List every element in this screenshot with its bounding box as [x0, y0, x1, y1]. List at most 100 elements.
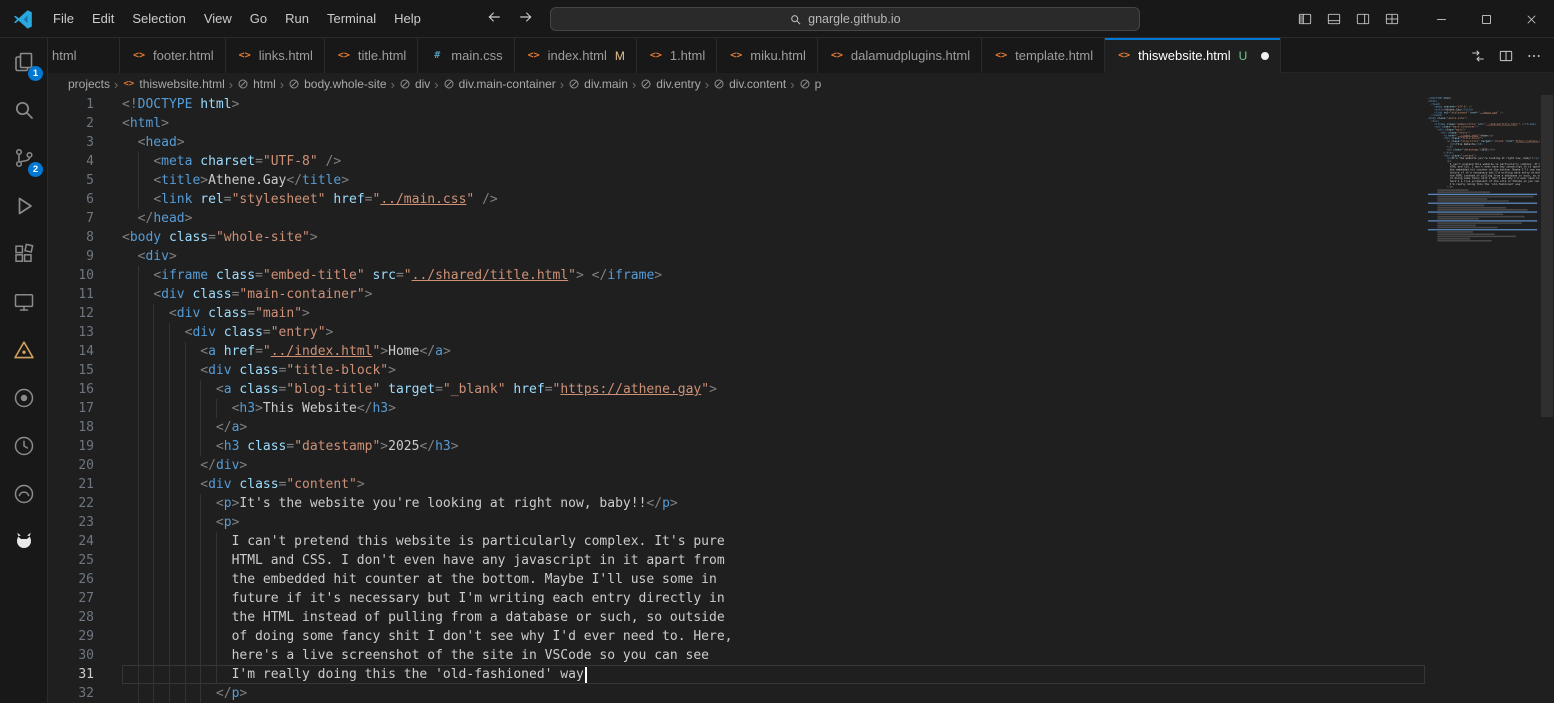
- code-line[interactable]: <div class="entry">: [122, 323, 1425, 342]
- toggle-sidebar-button[interactable]: [1291, 7, 1318, 31]
- code-line[interactable]: </head>: [122, 209, 1425, 228]
- activity-extension-cat[interactable]: [0, 518, 48, 566]
- scrollbar[interactable]: [1540, 95, 1554, 703]
- code-line[interactable]: <title>Athene.Gay</title>: [122, 171, 1425, 190]
- menu-run[interactable]: Run: [276, 6, 318, 32]
- tab-thiswebsite-html[interactable]: <>thiswebsite.htmlU: [1105, 38, 1281, 73]
- breadcrumb-item-projects[interactable]: projects: [68, 77, 110, 91]
- tab-miku-html[interactable]: <>miku.html: [717, 38, 818, 73]
- menu-view[interactable]: View: [195, 6, 241, 32]
- menu-selection[interactable]: Selection: [123, 6, 194, 32]
- breadcrumb-item-div[interactable]: div: [399, 77, 430, 91]
- tab-html[interactable]: html: [48, 38, 120, 73]
- indent-guide: [185, 627, 186, 646]
- forward-button[interactable]: [514, 7, 538, 31]
- code-line[interactable]: <link rel="stylesheet" href="../main.css…: [122, 190, 1425, 209]
- code-line[interactable]: of doing some fancy shit I don't see why…: [122, 627, 1425, 646]
- breadcrumb-item-div-entry[interactable]: div.entry: [640, 77, 700, 91]
- split-editor-icon[interactable]: [1498, 48, 1514, 64]
- code-line[interactable]: <h3>This Website</h3>: [122, 399, 1425, 418]
- code-line[interactable]: <iframe class="embed-title" src="../shar…: [122, 266, 1425, 285]
- menu-help[interactable]: Help: [385, 6, 430, 32]
- activity-remote-explorer[interactable]: [0, 278, 48, 326]
- breadcrumb-item-div-content[interactable]: div.content: [713, 77, 786, 91]
- menu-go[interactable]: Go: [241, 6, 276, 32]
- minimap[interactable]: <!DOCTYPE html><html> <head> <meta chars…: [1425, 95, 1540, 703]
- open-changes-icon[interactable]: [1470, 48, 1486, 64]
- activity-extension-triangle[interactable]: [0, 326, 48, 374]
- tab-dalamudplugins-html[interactable]: <>dalamudplugins.html: [818, 38, 982, 73]
- code-line[interactable]: <h3 class="datestamp">2025</h3>: [122, 437, 1425, 456]
- indent-guide: [169, 608, 170, 627]
- code-line[interactable]: <html>: [122, 114, 1425, 133]
- code-line[interactable]: <a class="blog-title" target="_blank" hr…: [122, 380, 1425, 399]
- code-line[interactable]: <div class="main-container">: [122, 285, 1425, 304]
- tab-index-html[interactable]: <>index.htmlM: [515, 38, 637, 73]
- breadcrumb-item-html[interactable]: html: [237, 77, 276, 91]
- code-line[interactable]: <a href="../index.html">Home</a>: [122, 342, 1425, 361]
- breadcrumb-item-p[interactable]: p: [799, 77, 822, 91]
- unsaved-dot[interactable]: [1261, 52, 1269, 60]
- activity-search[interactable]: [0, 86, 48, 134]
- menu-terminal[interactable]: Terminal: [318, 6, 385, 32]
- maximize-button[interactable]: [1464, 0, 1509, 38]
- code-line[interactable]: <head>: [122, 133, 1425, 152]
- minimize-button[interactable]: [1419, 0, 1464, 38]
- editor[interactable]: 1234567891011121314151617181920212223242…: [48, 95, 1554, 703]
- customize-layout-button[interactable]: [1378, 7, 1405, 31]
- code-line[interactable]: <p>: [122, 513, 1425, 532]
- line-number: 12: [48, 304, 94, 323]
- back-button[interactable]: [482, 7, 506, 31]
- code-line[interactable]: here's a live screenshot of the site in …: [122, 646, 1425, 665]
- breadcrumb-item-thiswebsite-html[interactable]: <>thiswebsite.html: [122, 77, 224, 91]
- code-lines[interactable]: <!DOCTYPE html><html> <head> <meta chars…: [104, 95, 1425, 703]
- line-number: 4: [48, 152, 94, 171]
- indent-guide: [153, 399, 154, 418]
- breadcrumb-item-div-main[interactable]: div.main: [568, 77, 628, 91]
- code-line[interactable]: <body class="whole-site">: [122, 228, 1425, 247]
- code-line[interactable]: <div class="main">: [122, 304, 1425, 323]
- code-line[interactable]: <meta charset="UTF-8" />: [122, 152, 1425, 171]
- code-line[interactable]: the HTML instead of pulling from a datab…: [122, 608, 1425, 627]
- activity-extension-clock[interactable]: [0, 422, 48, 470]
- layout-controls: [1291, 7, 1405, 31]
- activity-extensions[interactable]: [0, 230, 48, 278]
- tab-1-html[interactable]: <>1.html: [637, 38, 717, 73]
- breadcrumb-item-body-whole-site[interactable]: body.whole-site: [288, 77, 387, 91]
- toggle-secondary-sidebar-button[interactable]: [1349, 7, 1376, 31]
- code-line[interactable]: <!DOCTYPE html>: [122, 95, 1425, 114]
- indent-guide: [169, 646, 170, 665]
- activity-extension-circle[interactable]: [0, 470, 48, 518]
- more-actions-icon[interactable]: [1526, 48, 1542, 64]
- code-line[interactable]: </p>: [122, 684, 1425, 703]
- search-box[interactable]: gnargle.github.io: [550, 7, 1140, 31]
- indent-guide: [185, 684, 186, 703]
- code-line[interactable]: I can't pretend this website is particul…: [122, 532, 1425, 551]
- close-button[interactable]: [1509, 0, 1554, 38]
- code-line[interactable]: <div>: [122, 247, 1425, 266]
- code-line[interactable]: the embedded hit counter at the bottom. …: [122, 570, 1425, 589]
- tab-template-html[interactable]: <>template.html: [982, 38, 1105, 73]
- indent-guide: [138, 456, 139, 475]
- breadcrumb-item-div-main-container[interactable]: div.main-container: [443, 77, 556, 91]
- tab-links-html[interactable]: <>links.html: [226, 38, 325, 73]
- scrollbar-thumb[interactable]: [1541, 95, 1553, 417]
- tab-title-html[interactable]: <>title.html: [325, 38, 418, 73]
- tab-footer-html[interactable]: <>footer.html: [120, 38, 226, 73]
- activity-run-and-debug[interactable]: [0, 182, 48, 230]
- tab-main-css[interactable]: #main.css: [418, 38, 514, 73]
- code-line[interactable]: HTML and CSS. I don't even have any java…: [122, 551, 1425, 570]
- code-line[interactable]: </a>: [122, 418, 1425, 437]
- activity-explorer[interactable]: 1: [0, 38, 48, 86]
- menu-edit[interactable]: Edit: [83, 6, 123, 32]
- code-line[interactable]: <div class="content">: [122, 475, 1425, 494]
- code-line[interactable]: <div class="title-block">: [122, 361, 1425, 380]
- code-line[interactable]: future if it's necessary but I'm writing…: [122, 589, 1425, 608]
- activity-source-control[interactable]: 2: [0, 134, 48, 182]
- toggle-panel-button[interactable]: [1320, 7, 1347, 31]
- code-line[interactable]: <p>It's the website you're looking at ri…: [122, 494, 1425, 513]
- code-line[interactable]: </div>: [122, 456, 1425, 475]
- activity-github[interactable]: [0, 374, 48, 422]
- code-line[interactable]: I'm really doing this the 'old-fashioned…: [122, 665, 1425, 684]
- menu-file[interactable]: File: [44, 6, 83, 32]
